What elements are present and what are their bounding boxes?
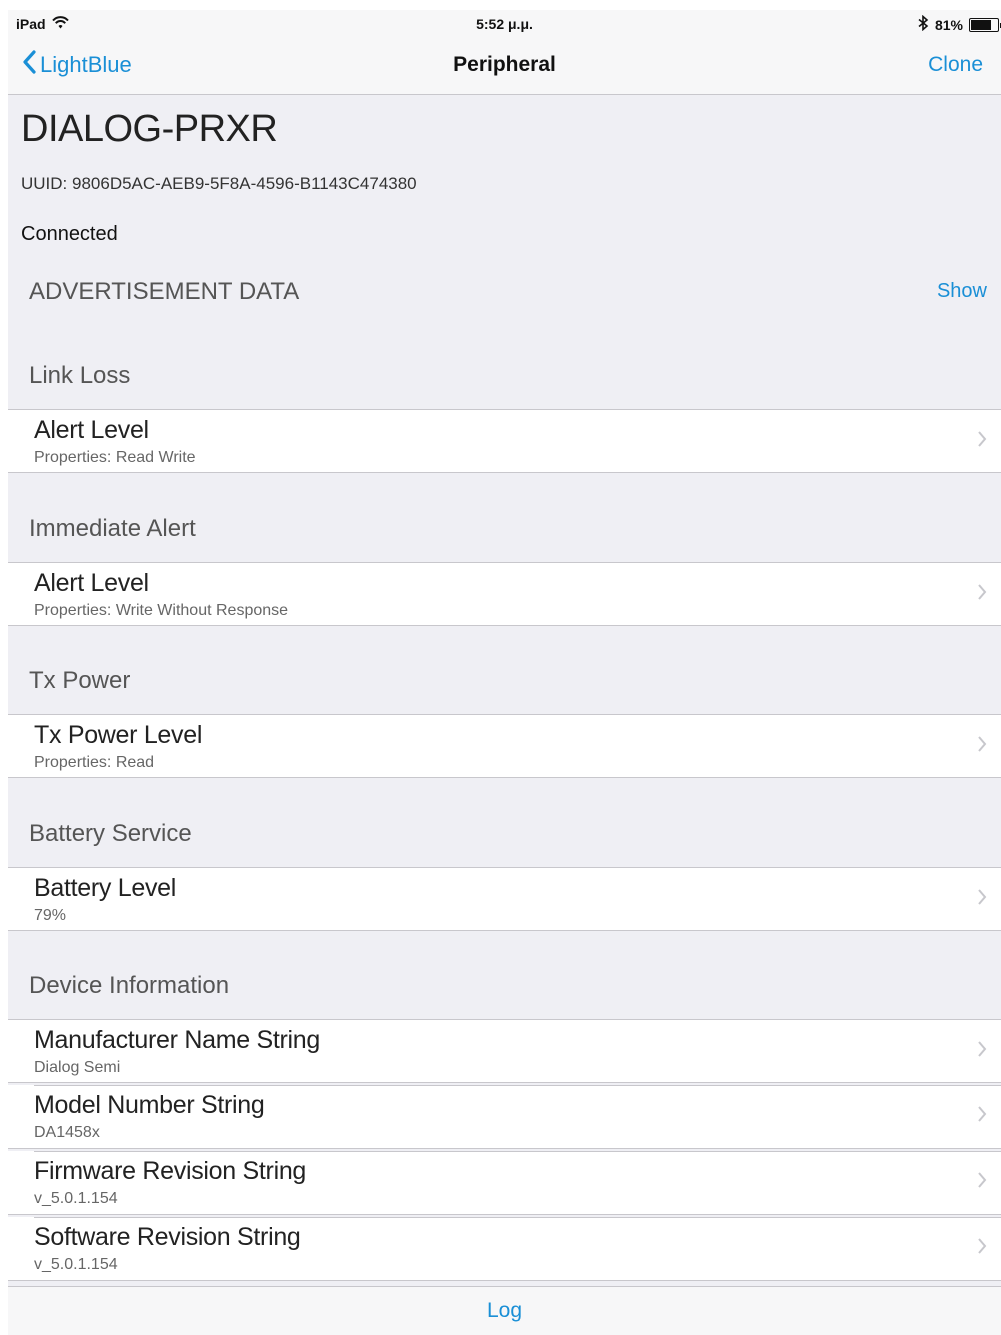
characteristic-detail: 79%: [34, 907, 67, 924]
characteristic-row[interactable]: Tx Power Level Properties: Read: [8, 714, 1001, 778]
chevron-right-icon: [977, 1039, 987, 1064]
characteristic-row[interactable]: Alert Level Properties: Write Without Re…: [8, 562, 1001, 626]
row-separator: [34, 1151, 1001, 1152]
peripheral-name: DIALOG-PRXR: [21, 108, 278, 150]
service-header: Immediate Alert: [29, 515, 196, 542]
characteristic-name: Tx Power Level: [34, 721, 203, 749]
advertisement-header: ADVERTISEMENT DATA: [29, 278, 300, 305]
connection-status: Connected: [21, 223, 118, 245]
bottom-toolbar: Log: [8, 1286, 1001, 1335]
screen: iPad 5:52 μ.μ. 81% LightBlue Peripheral …: [8, 10, 1001, 1335]
row-separator: [34, 1085, 1001, 1086]
navigation-bar: LightBlue Peripheral Clone: [8, 38, 1001, 95]
characteristic-name: Battery Level: [34, 874, 177, 902]
service-header: Device Information: [29, 972, 230, 999]
chevron-right-icon: [977, 1236, 987, 1261]
characteristic-detail: Properties: Read: [34, 754, 155, 771]
characteristic-detail: Properties: Write Without Response: [34, 602, 289, 619]
status-right: 81%: [918, 14, 1001, 34]
characteristic-detail: v_5.0.1.154: [34, 1256, 118, 1273]
characteristic-name: Model Number String: [34, 1091, 265, 1119]
characteristic-name: Alert Level: [34, 569, 149, 597]
battery-fill: [971, 19, 991, 30]
chevron-right-icon: [977, 734, 987, 759]
chevron-right-icon: [977, 887, 987, 912]
service-header: Battery Service: [29, 820, 192, 847]
characteristic-name: Alert Level: [34, 416, 149, 444]
log-button[interactable]: Log: [8, 1299, 1001, 1323]
characteristic-row[interactable]: Battery Level 79%: [8, 867, 1001, 931]
chevron-right-icon: [977, 1170, 987, 1195]
characteristic-detail: Dialog Semi: [34, 1059, 121, 1076]
chevron-right-icon: [977, 1104, 987, 1129]
status-bar: iPad 5:52 μ.μ. 81%: [8, 10, 1001, 38]
service-header: Tx Power: [29, 667, 131, 694]
characteristic-row[interactable]: Model Number String DA1458x: [8, 1085, 1001, 1149]
battery-percent: 81%: [934, 16, 963, 33]
chevron-right-icon: [977, 429, 987, 454]
service-header: Link Loss: [29, 362, 131, 389]
characteristic-row[interactable]: Software Revision String v_5.0.1.154: [8, 1217, 1001, 1281]
show-advertisement-button[interactable]: Show: [937, 280, 987, 303]
characteristic-row[interactable]: Alert Level Properties: Read Write: [8, 409, 1001, 473]
characteristic-name: Software Revision String: [34, 1223, 301, 1251]
characteristic-name: Firmware Revision String: [34, 1157, 307, 1185]
peripheral-uuid: UUID: 9806D5AC-AEB9-5F8A-4596-B1143C4743…: [21, 174, 417, 193]
bluetooth-icon: [918, 14, 929, 34]
characteristic-detail: Properties: Read Write: [34, 449, 196, 466]
characteristic-row[interactable]: Manufacturer Name String Dialog Semi: [8, 1019, 1001, 1083]
row-separator: [34, 1217, 1001, 1218]
characteristic-name: Manufacturer Name String: [34, 1026, 320, 1054]
battery-icon: [969, 17, 1001, 32]
characteristic-row[interactable]: Firmware Revision String v_5.0.1.154: [8, 1151, 1001, 1215]
clone-button[interactable]: Clone: [928, 53, 983, 77]
characteristic-detail: v_5.0.1.154: [34, 1190, 118, 1207]
chevron-right-icon: [977, 582, 987, 607]
page-title: Peripheral: [453, 53, 556, 76]
characteristic-detail: DA1458x: [34, 1124, 100, 1141]
status-time: 5:52 μ.μ.: [476, 16, 533, 32]
